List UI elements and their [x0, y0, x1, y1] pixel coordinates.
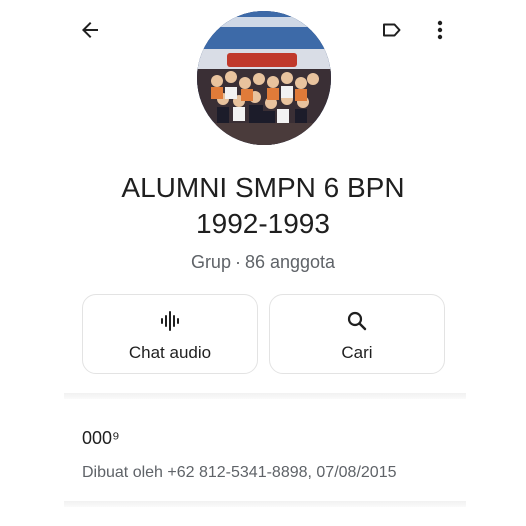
search-button[interactable]: Cari: [269, 294, 445, 374]
group-subtitle: Grup · 86 anggota: [60, 252, 466, 273]
chat-audio-label: Chat audio: [128, 343, 212, 362]
audio-waveform-icon: [161, 311, 179, 331]
label-outline-icon: [383, 23, 401, 37]
back-button[interactable]: [72, 12, 108, 48]
member-count: 86 anggota: [244, 252, 336, 272]
subtitle-separator: ·: [234, 252, 241, 272]
group-description[interactable]: 000⁹: [82, 428, 120, 449]
group-avatar[interactable]: [197, 11, 331, 145]
search-label: Cari: [341, 343, 373, 362]
group-name-line-1: ALUMNI SMPN 6 BPN: [121, 172, 405, 203]
more-options-button[interactable]: [422, 12, 458, 48]
chat-audio-button[interactable]: Chat audio: [82, 294, 258, 374]
group-type: Grup: [190, 252, 231, 272]
group-name-line-2: 1992-1993: [196, 208, 330, 239]
more-vert-icon: [437, 20, 443, 40]
search-icon: [347, 311, 367, 331]
created-by-info: Dibuat oleh +62 812-5341-8898, 07/08/201…: [82, 464, 397, 481]
section-divider: [64, 393, 466, 399]
label-button[interactable]: [374, 12, 410, 48]
group-name: ALUMNI SMPN 6 BPN 1992-1993: [60, 170, 466, 242]
group-photo-image: [197, 11, 331, 145]
arrow-back-icon: [82, 22, 98, 38]
section-divider: [64, 501, 466, 507]
